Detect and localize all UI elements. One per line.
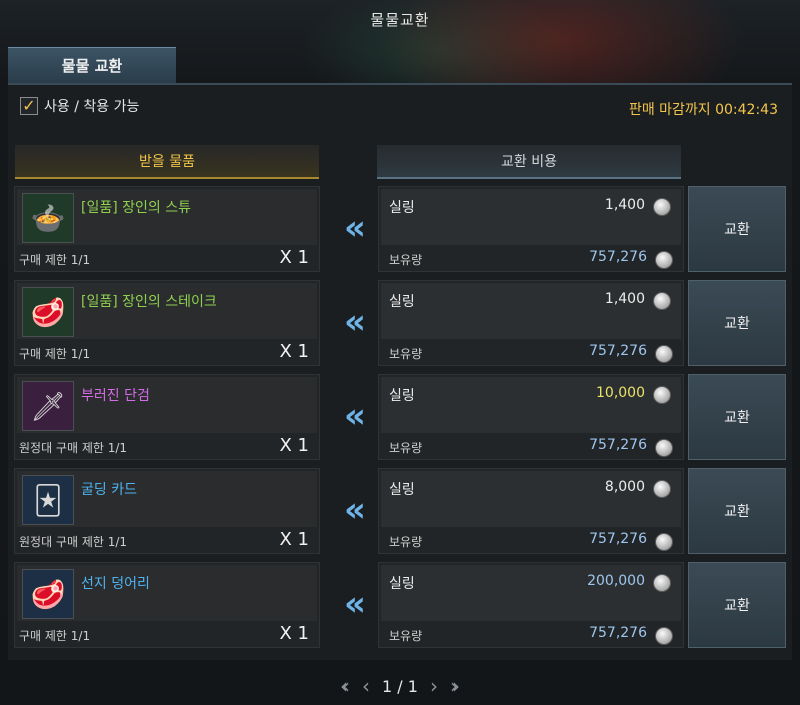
- cost-price: 1,400: [604, 291, 645, 307]
- exchange-button[interactable]: 교환: [688, 468, 786, 554]
- cost-currency: 실링: [389, 200, 415, 216]
- exchange-arrow-icon: «: [344, 302, 366, 342]
- cost-slot: 실링 200,000 보유량 757,276: [378, 562, 684, 648]
- page-indicator: 1 / 1: [382, 676, 418, 696]
- column-header-receive: 받을 물품: [15, 145, 319, 179]
- exchange-row: 🗡 부러진 단검 원정대 구매 제한 1/1 X 1 « 실링 10,000 보…: [14, 374, 786, 460]
- reward-quantity: X 1: [279, 435, 309, 456]
- next-page-icon[interactable]: ›: [430, 676, 438, 696]
- owned-amount: 757,276: [589, 249, 647, 265]
- stew-icon[interactable]: 🍲: [22, 193, 74, 243]
- cost-price: 10,000: [596, 385, 645, 401]
- usable-filter[interactable]: ✓ 사용 / 착용 가능: [20, 96, 139, 116]
- dagger-icon[interactable]: 🗡: [22, 381, 74, 431]
- exchange-row: 🥩 [일품] 장인의 스테이크 구매 제한 1/1 X 1 « 실링 1,400…: [14, 280, 786, 366]
- reward-quantity: X 1: [279, 341, 309, 362]
- cost-price: 8,000: [604, 479, 645, 495]
- exchange-button[interactable]: 교환: [688, 562, 786, 648]
- reward-item-name: 부러진 단검: [81, 388, 150, 404]
- owned-amount: 757,276: [589, 437, 647, 453]
- reward-item-name: 선지 덩어리: [81, 576, 150, 592]
- silver-coin-icon: [653, 386, 671, 404]
- column-header-cost: 교환 비용: [377, 145, 681, 179]
- exchange-row: 🃏 굴딩 카드 원정대 구매 제한 1/1 X 1 « 실링 8,000 보유량…: [14, 468, 786, 554]
- exchange-arrow-icon: «: [344, 208, 366, 248]
- exchange-button[interactable]: 교환: [688, 186, 786, 272]
- reward-item-header: 🗡 부러진 단검: [17, 377, 317, 433]
- silver-coin-icon: [653, 292, 671, 310]
- meat-icon[interactable]: 🥩: [22, 569, 74, 619]
- exchange-button[interactable]: 교환: [688, 374, 786, 460]
- purchase-limit: 구매 제한 1/1: [19, 629, 91, 643]
- window-title: 물물교환: [370, 10, 430, 29]
- cost-price: 200,000: [587, 573, 645, 589]
- reward-item-header: 🥩 [일품] 장인의 스테이크: [17, 283, 317, 339]
- cost-header: 실링 8,000: [381, 471, 681, 527]
- prev-page-icon[interactable]: ‹: [362, 676, 370, 696]
- reward-quantity: X 1: [279, 247, 309, 268]
- tab-barter[interactable]: 물물 교환: [8, 47, 176, 83]
- reward-item-slot: 🥩 선지 덩어리 구매 제한 1/1 X 1: [14, 562, 320, 648]
- reward-quantity: X 1: [279, 623, 309, 644]
- reward-item-name: [일품] 장인의 스튜: [81, 200, 191, 216]
- owned-label: 보유량: [389, 441, 423, 455]
- last-page-icon[interactable]: ››: [450, 676, 460, 696]
- purchase-limit: 원정대 구매 제한 1/1: [19, 535, 128, 549]
- reward-item-name: 굴딩 카드: [81, 482, 137, 498]
- cost-currency: 실링: [389, 482, 415, 498]
- owned-label: 보유량: [389, 535, 423, 549]
- reward-item-header: 🥩 선지 덩어리: [17, 565, 317, 621]
- reward-item-slot: 🍲 [일품] 장인의 스튜 구매 제한 1/1 X 1: [14, 186, 320, 272]
- cost-currency: 실링: [389, 576, 415, 592]
- silver-coin-icon: [655, 251, 673, 269]
- purchase-limit: 구매 제한 1/1: [19, 253, 91, 267]
- usable-filter-checkbox[interactable]: ✓: [20, 97, 38, 115]
- cost-header: 실링 1,400: [381, 283, 681, 339]
- usable-filter-label: 사용 / 착용 가능: [44, 99, 140, 115]
- exchange-arrow-icon: «: [344, 584, 366, 624]
- owned-label: 보유량: [389, 347, 423, 361]
- reward-item-name: [일품] 장인의 스테이크: [81, 294, 217, 310]
- reward-item-slot: 🗡 부러진 단검 원정대 구매 제한 1/1 X 1: [14, 374, 320, 460]
- reward-item-header: 🃏 굴딩 카드: [17, 471, 317, 527]
- silver-coin-icon: [653, 480, 671, 498]
- exchange-arrow-icon: «: [344, 490, 366, 530]
- reward-item-slot: 🃏 굴딩 카드 원정대 구매 제한 1/1 X 1: [14, 468, 320, 554]
- cost-slot: 실링 10,000 보유량 757,276: [378, 374, 684, 460]
- owned-amount: 757,276: [589, 625, 647, 641]
- exchange-button[interactable]: 교환: [688, 280, 786, 366]
- sale-deadline: 판매 마감까지 00:42:43: [628, 102, 778, 118]
- silver-coin-icon: [653, 574, 671, 592]
- owned-amount: 757,276: [589, 531, 647, 547]
- cost-slot: 실링 8,000 보유량 757,276: [378, 468, 684, 554]
- cost-header: 실링 10,000: [381, 377, 681, 433]
- first-page-icon[interactable]: ‹‹: [340, 676, 350, 696]
- silver-coin-icon: [655, 345, 673, 363]
- cost-currency: 실링: [389, 294, 415, 310]
- cost-slot: 실링 1,400 보유량 757,276: [378, 280, 684, 366]
- silver-coin-icon: [655, 533, 673, 551]
- cost-currency: 실링: [389, 388, 415, 404]
- owned-amount: 757,276: [589, 343, 647, 359]
- cost-header: 실링 1,400: [381, 189, 681, 245]
- owned-label: 보유량: [389, 253, 423, 267]
- silver-coin-icon: [655, 439, 673, 457]
- purchase-limit: 원정대 구매 제한 1/1: [19, 441, 128, 455]
- silver-coin-icon: [655, 627, 673, 645]
- reward-item-header: 🍲 [일품] 장인의 스튜: [17, 189, 317, 245]
- owned-label: 보유량: [389, 629, 423, 643]
- cost-price: 1,400: [604, 197, 645, 213]
- silver-coin-icon: [653, 198, 671, 216]
- exchange-arrow-icon: «: [344, 396, 366, 436]
- exchange-row: 🥩 선지 덩어리 구매 제한 1/1 X 1 « 실링 200,000 보유량 …: [14, 562, 786, 648]
- exchange-row: 🍲 [일품] 장인의 스튜 구매 제한 1/1 X 1 « 실링 1,400 보…: [14, 186, 786, 272]
- steak-icon[interactable]: 🥩: [22, 287, 74, 337]
- cost-header: 실링 200,000: [381, 565, 681, 621]
- purchase-limit: 구매 제한 1/1: [19, 347, 91, 361]
- cost-slot: 실링 1,400 보유량 757,276: [378, 186, 684, 272]
- card-icon[interactable]: 🃏: [22, 475, 74, 525]
- reward-item-slot: 🥩 [일품] 장인의 스테이크 구매 제한 1/1 X 1: [14, 280, 320, 366]
- pagination: ‹‹ ‹ 1 / 1 › ››: [0, 672, 800, 700]
- reward-quantity: X 1: [279, 529, 309, 550]
